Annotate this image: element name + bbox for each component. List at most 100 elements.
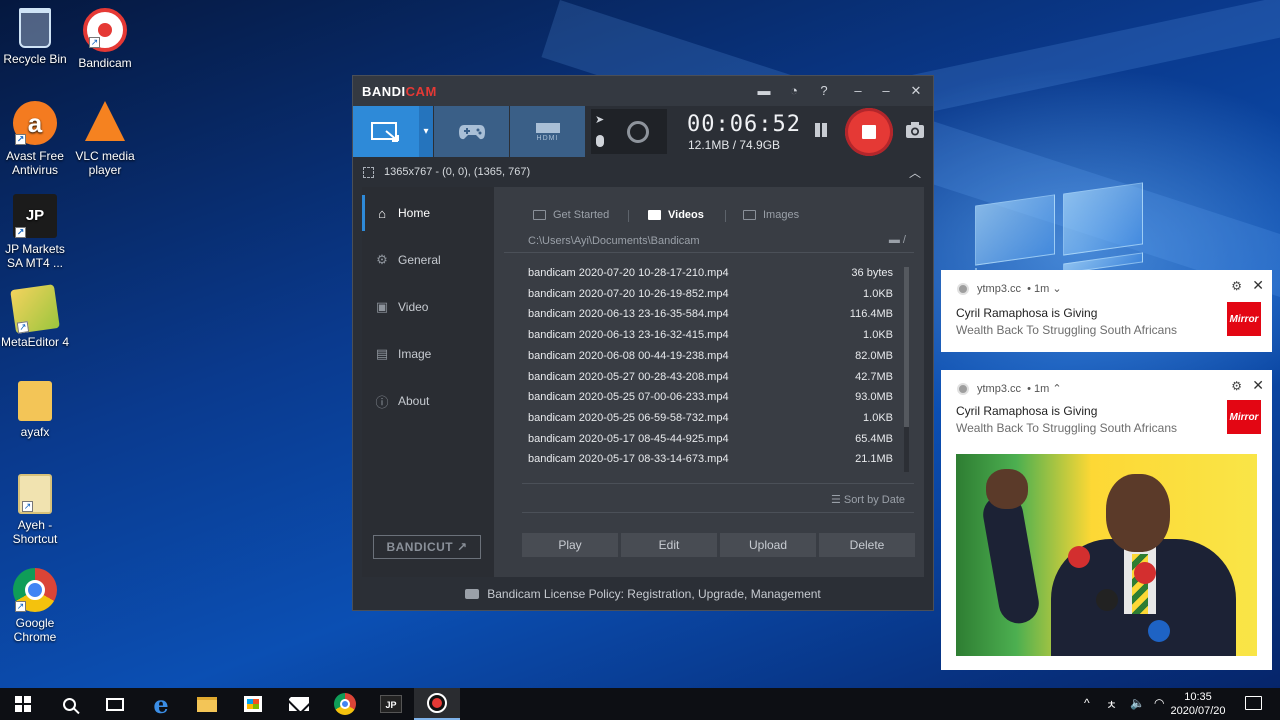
upload-button[interactable]: Upload (720, 533, 816, 557)
film-icon (533, 210, 546, 220)
sort-by-date-button[interactable]: ☰ Sort by Date (831, 493, 905, 506)
document-shortcut-icon: ↗ (18, 474, 52, 514)
file-row[interactable]: bandicam 2020-06-13 23-16-35-584.mp4 116.… (504, 304, 900, 325)
taskbar-clock[interactable]: 10:35 2020/07/20 (1166, 690, 1230, 718)
close-icon[interactable]: ✕ (1252, 377, 1264, 394)
taskbar-jp-markets[interactable]: JP (368, 688, 414, 720)
sidebar-item-home[interactable]: ⌂ Home (362, 195, 494, 231)
input-language-icon[interactable]: ㅊ (1106, 696, 1117, 713)
notification-title: Cyril Ramaphosa is Giving (956, 306, 1098, 320)
collapse-chevron-icon[interactable]: ︿ (909, 164, 921, 181)
microphone-icon[interactable] (596, 135, 604, 147)
sidebar-item-about[interactable]: ⓘ About (362, 383, 494, 419)
desktop-icon-avast[interactable]: a ↗ Avast Free Antivirus (0, 101, 70, 177)
image-fist (986, 469, 1028, 509)
taskbar-file-explorer[interactable] (184, 688, 230, 720)
file-row[interactable]: bandicam 2020-05-25 06-59-58-732.mp4 1.0K… (504, 408, 900, 429)
notification-card[interactable]: ytmp3.cc • 1m ⌃ ⚙ ✕ Cyril Ramaphosa is G… (941, 370, 1272, 670)
search-button[interactable] (46, 688, 92, 720)
delete-button[interactable]: Delete (819, 533, 915, 557)
taskbar-bandicam[interactable] (414, 688, 460, 720)
mode-dropdown-button[interactable]: ▾ (419, 106, 433, 157)
cursor-icon[interactable]: ➤ (595, 113, 604, 126)
tab-images[interactable]: Images (743, 209, 799, 221)
settings-sidebar: ⌂ Home ⚙ General ▣ Video ▤ Image ⓘ About… (362, 187, 494, 577)
action-center-icon[interactable] (1245, 696, 1262, 710)
device-recording-mode-button[interactable]: HDMI (510, 106, 585, 157)
tab-get-started[interactable]: Get Started (533, 209, 609, 221)
license-footer[interactable]: Bandicam License Policy: Registration, U… (353, 581, 933, 611)
recording-timer: 00:06:52 (687, 112, 801, 137)
sort-row: ☰ Sort by Date (522, 483, 914, 513)
edit-button[interactable]: Edit (621, 533, 717, 557)
notification-card[interactable]: ytmp3.cc • 1m ⌄ ⚙ ✕ Cyril Ramaphosa is G… (941, 270, 1272, 352)
show-hidden-icons-chevron-icon[interactable]: ^ (1084, 696, 1090, 710)
file-list-scrollbar[interactable] (904, 267, 909, 472)
help-button[interactable]: ? (813, 80, 835, 102)
minimize-icon: – (854, 83, 862, 98)
close-button[interactable]: ✕ (905, 80, 927, 102)
desktop-icon-vlc[interactable]: VLC media player (70, 101, 140, 177)
notification-time[interactable]: • 1m ⌄ (1027, 282, 1061, 295)
desktop-icon-ayafx[interactable]: ayafx (0, 381, 70, 439)
hdmi-device-icon (535, 122, 560, 133)
minimize-button[interactable]: – (875, 80, 897, 102)
close-icon[interactable]: ✕ (1252, 277, 1264, 294)
bandicut-button[interactable]: BANDICUT ↗ (373, 535, 481, 559)
stop-recording-button[interactable] (845, 108, 893, 156)
sidebar-item-label: Image (398, 347, 432, 361)
taskbar-chrome[interactable] (322, 688, 368, 720)
license-policy-link[interactable]: Bandicam License Policy: Registration, U… (487, 587, 821, 601)
file-row[interactable]: bandicam 2020-07-20 10-28-17-210.mp4 36 b… (504, 263, 900, 284)
open-folder-icon[interactable]: ▬ / (889, 234, 906, 246)
sidebar-item-video[interactable]: ▣ Video (362, 289, 494, 325)
screen-recording-mode-button[interactable] (353, 106, 419, 157)
volume-icon[interactable]: 🔈 (1130, 696, 1145, 710)
output-folder-button[interactable]: ▬ (753, 80, 775, 102)
file-size: 21.1MB (855, 453, 893, 466)
file-row[interactable]: bandicam 2020-05-17 08-33-14-673.mp4 21.1… (504, 449, 900, 470)
webcam-icon[interactable] (627, 121, 649, 143)
tab-videos[interactable]: Videos (648, 209, 704, 221)
desktop-icon-ayeh-shortcut[interactable]: ↗ Ayeh - Shortcut (0, 474, 70, 546)
file-row[interactable]: bandicam 2020-05-17 08-45-44-925.mp4 65.4… (504, 429, 900, 450)
gear-icon[interactable]: ⚙ (1231, 279, 1242, 293)
game-recording-mode-button[interactable] (434, 106, 509, 157)
bandicam-toolbar: ▾ HDMI ➤ 00:06:52 12.1MB / 74.9GB (353, 106, 933, 157)
notification-time[interactable]: • 1m ⌃ (1027, 382, 1061, 395)
file-row[interactable]: bandicam 2020-07-20 10-26-19-852.mp4 1.0K… (504, 284, 900, 305)
timer-button[interactable]: ◔ (783, 80, 805, 102)
file-row[interactable]: bandicam 2020-06-08 00-44-19-238.mp4 82.0… (504, 346, 900, 367)
play-button[interactable]: Play (522, 533, 618, 557)
desktop-icon-metaeditor[interactable]: ↗ MetaEditor 4 (0, 284, 70, 349)
desktop-icon-recycle-bin[interactable]: Recycle Bin (0, 8, 70, 66)
task-view-button[interactable] (92, 688, 138, 720)
sidebar-item-general[interactable]: ⚙ General (362, 242, 494, 278)
info-icon: ⓘ (375, 394, 389, 410)
desktop-icon-label: JP Markets SA MT4 ... (5, 242, 65, 270)
gear-icon[interactable]: ⚙ (1231, 379, 1242, 393)
pause-button[interactable] (811, 121, 831, 141)
scrollbar-thumb[interactable] (904, 267, 909, 427)
wifi-icon[interactable]: ◠ (1154, 696, 1164, 710)
bandicam-title-bar[interactable]: BANDICAM ▬ ◔ ? – – ✕ (353, 76, 933, 106)
desktop-icon-jp-markets[interactable]: JP ↗ JP Markets SA MT4 ... (0, 194, 70, 270)
shortcut-arrow-icon: ↗ (15, 134, 26, 145)
sidebar-item-image[interactable]: ▤ Image (362, 336, 494, 372)
area-selection-icon[interactable] (363, 167, 374, 178)
file-row[interactable]: bandicam 2020-05-27 00-28-43-208.mp4 42.7… (504, 367, 900, 388)
taskbar-edge[interactable]: e (138, 688, 184, 720)
screenshot-button[interactable] (905, 121, 925, 141)
start-button[interactable] (0, 688, 46, 720)
video-file-list: bandicam 2020-07-20 10-28-17-210.mp4 36 b… (504, 263, 900, 473)
vlc-icon (85, 101, 125, 141)
file-row[interactable]: bandicam 2020-05-25 07-00-06-233.mp4 93.0… (504, 387, 900, 408)
microphone-icon (1096, 589, 1118, 611)
file-row[interactable]: bandicam 2020-06-13 23-16-32-415.mp4 1.0K… (504, 325, 900, 346)
minimize-to-tray-button[interactable]: – (847, 80, 869, 102)
desktop-icon-chrome[interactable]: ↗ Google Chrome (0, 568, 70, 644)
desktop-icon-bandicam[interactable]: ↗ Bandicam (70, 8, 140, 70)
taskbar-store[interactable] (230, 688, 276, 720)
taskbar-mail[interactable] (276, 688, 322, 720)
desktop-icon-label: ayafx (20, 425, 50, 439)
